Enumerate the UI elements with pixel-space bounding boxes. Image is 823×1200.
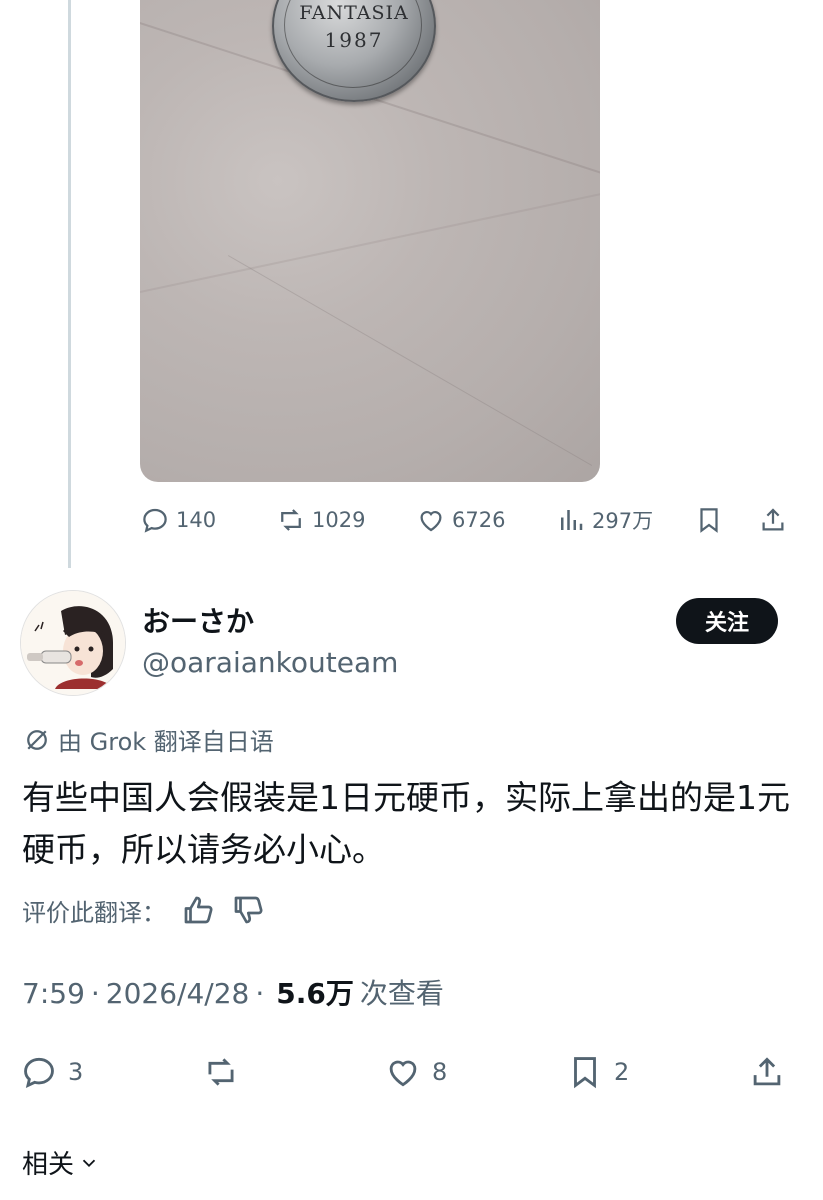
tweet-media-image[interactable]: FANTASIA 1987 (140, 0, 600, 482)
related-label: 相关 (22, 1150, 75, 1180)
share-icon (753, 1057, 781, 1086)
rate-translation: 评价此翻译： (22, 890, 266, 930)
coin-inscription: FANTASIA (299, 2, 409, 24)
views-chart-icon (561, 510, 583, 530)
chevron-down-icon (82, 1159, 96, 1167)
bookmark-count: 2 (614, 1058, 630, 1086)
reply-icon (143, 508, 167, 533)
parent-tweet-actions: 140 1029 6726 297万 (140, 500, 790, 540)
avatar-illustration (21, 591, 125, 695)
author-handle[interactable]: @oaraiankouteam (142, 646, 398, 679)
retweet-count: 1029 (312, 508, 366, 532)
avatar[interactable] (20, 590, 126, 696)
tweet-date[interactable]: 2026/4/28 (106, 977, 250, 1010)
retweet-button[interactable] (202, 1050, 240, 1094)
thread-line (68, 0, 71, 568)
share-icon (762, 508, 784, 531)
bookmark-icon (700, 508, 718, 533)
retweet-icon (208, 1058, 234, 1086)
heart-icon (420, 511, 442, 532)
share-button[interactable] (748, 1050, 786, 1094)
marble-vein (140, 185, 600, 297)
reply-count: 3 (68, 1058, 84, 1086)
retweet-button[interactable]: 1029 (276, 500, 365, 540)
views-button[interactable]: 297万 (556, 500, 653, 540)
thumbs-down-icon[interactable] (230, 892, 266, 928)
reply-button[interactable]: 3 (20, 1050, 83, 1094)
bookmark-button[interactable] (694, 500, 724, 540)
views-count: 297万 (592, 509, 654, 533)
rate-translation-label: 评价此翻译： (22, 898, 166, 927)
reply-button[interactable]: 140 (140, 500, 216, 540)
tweet-time[interactable]: 7:59 (22, 977, 85, 1010)
translation-note: 由 Grok 翻译自日语 (22, 722, 274, 757)
reply-icon (24, 1057, 54, 1088)
follow-button[interactable]: 关注 (676, 598, 778, 644)
reply-count: 140 (176, 508, 217, 532)
author-display-name[interactable]: おーさか (142, 600, 254, 640)
bookmark-icon (574, 1057, 596, 1089)
like-button[interactable]: 6726 (416, 500, 505, 540)
coin-year: 1987 (324, 28, 384, 52)
tweet-actions: 3 8 2 (20, 1050, 800, 1094)
bookmark-button[interactable]: 2 (566, 1050, 629, 1094)
retweet-icon (281, 509, 301, 531)
tweet-views-suffix: 次查看 (359, 977, 444, 1010)
like-count: 8 (432, 1058, 448, 1086)
share-button[interactable] (758, 500, 788, 540)
meta-separator: · (90, 977, 100, 1010)
tweet-meta: 7:59 · 2026/4/28 · 5.6万 次查看 (22, 972, 444, 1012)
meta-separator: · (255, 977, 265, 1010)
translation-note-text: 由 Grok 翻译自日语 (58, 728, 274, 756)
coin-image: FANTASIA 1987 (272, 0, 436, 102)
grok-icon (27, 729, 47, 750)
like-button[interactable]: 8 (384, 1050, 447, 1094)
tweet-views-count: 5.6万 (276, 977, 354, 1010)
marble-vein (227, 255, 593, 466)
related-section-toggle[interactable]: 相关 (22, 1144, 100, 1181)
like-count: 6726 (452, 508, 506, 532)
thumbs-up-icon[interactable] (180, 892, 216, 928)
heart-icon (389, 1060, 417, 1087)
tweet-text: 有些中国人会假装是1日元硬币，实际上拿出的是1元硬币，所以请务必小心。 (22, 778, 790, 869)
